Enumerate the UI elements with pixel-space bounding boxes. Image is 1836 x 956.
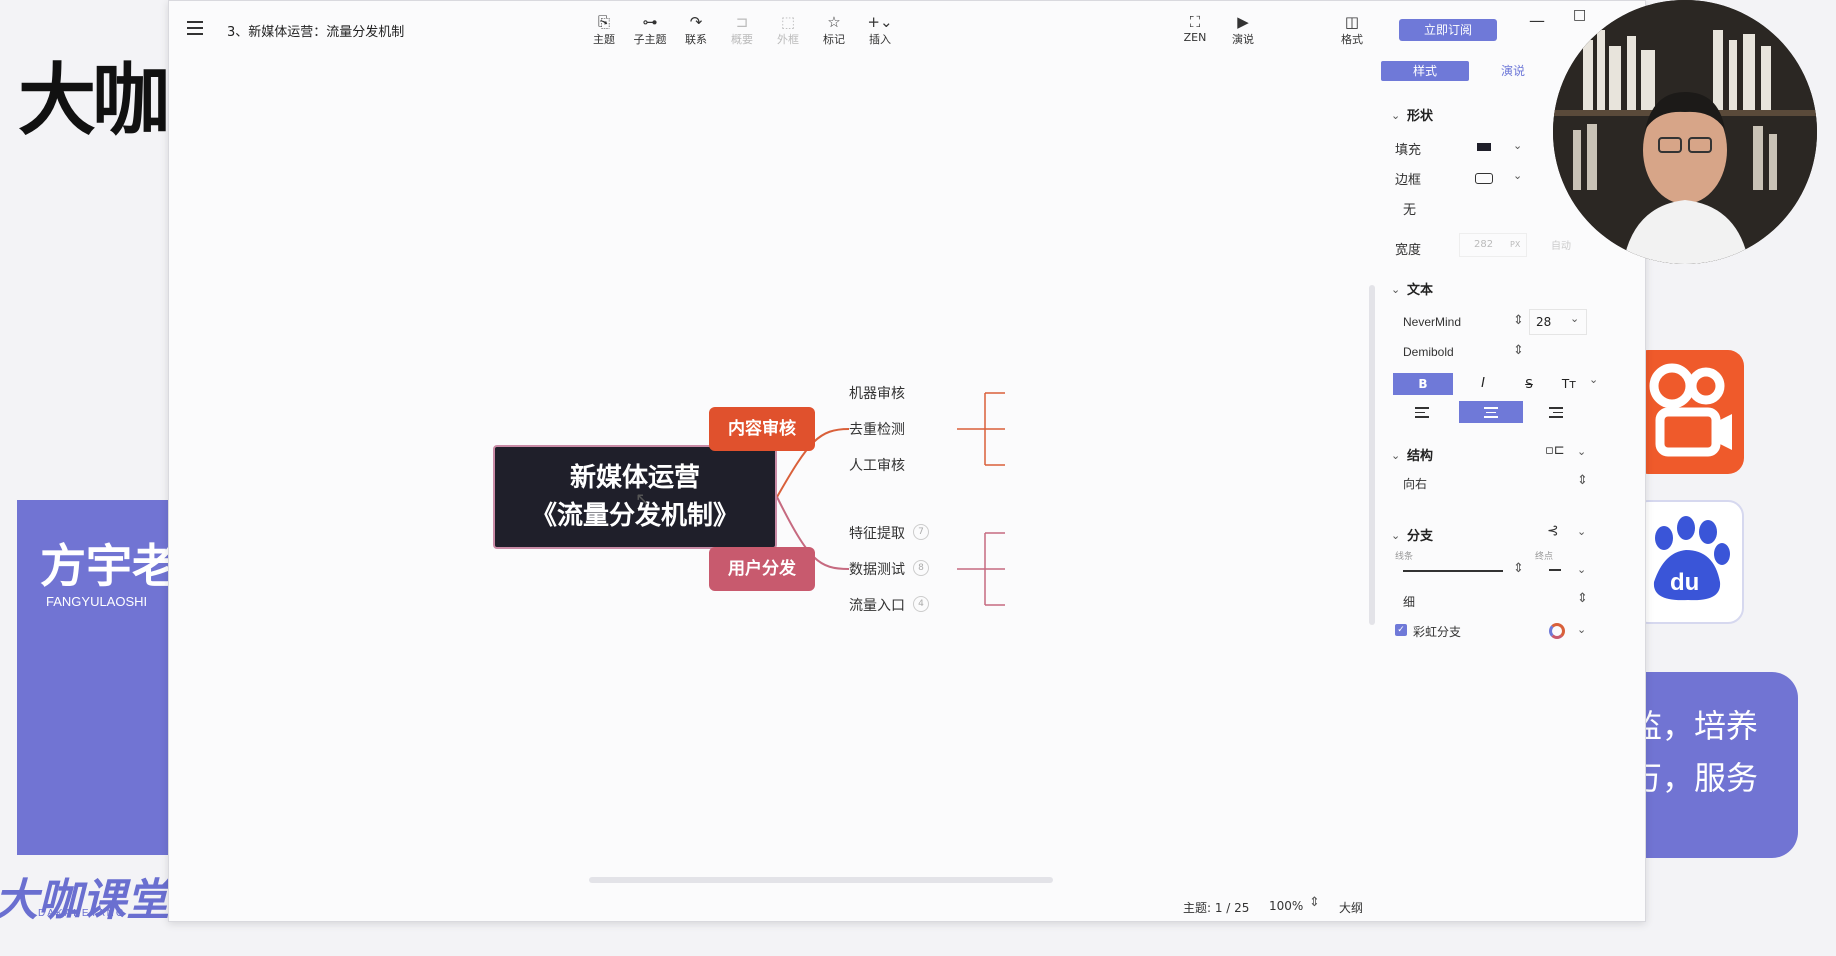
border-value[interactable]: 无 xyxy=(1403,199,1416,218)
format-label: 格式 xyxy=(1341,33,1363,46)
text-collapse-icon[interactable]: ⌄ xyxy=(1391,283,1400,296)
present-button[interactable]: ▶ 演说 xyxy=(1220,13,1266,47)
shape-collapse-icon[interactable]: ⌄ xyxy=(1391,109,1400,122)
width-value: 282 xyxy=(1474,239,1494,250)
teacher-name: 方宇老 xyxy=(40,539,178,593)
width-auto-button[interactable]: 自动 xyxy=(1551,237,1571,252)
fill-color-swatch[interactable] xyxy=(1477,143,1491,151)
line-thickness-select[interactable]: 细 xyxy=(1403,593,1415,610)
kuaishou-logo xyxy=(1632,350,1744,474)
collapse-badge[interactable]: 8 xyxy=(913,560,929,576)
rainbow-branch-label: 彩虹分支 xyxy=(1413,625,1462,639)
line-style-select[interactable] xyxy=(1403,570,1503,572)
collapse-badge[interactable]: 7 xyxy=(913,524,929,540)
rainbow-dropdown-icon[interactable]: ⌄ xyxy=(1577,623,1586,636)
font-weight-select[interactable]: Demibold xyxy=(1403,345,1454,359)
leaf-traffic-entry[interactable]: 流量入口 xyxy=(849,595,905,615)
subscribe-button[interactable]: 立即订阅 xyxy=(1399,19,1497,41)
strikethrough-button[interactable]: S xyxy=(1509,373,1549,395)
zen-button[interactable]: ⛶ ZEN xyxy=(1172,13,1218,44)
branch-node-content-review[interactable]: 内容审核 xyxy=(709,407,815,451)
course-logo-text: 大咖 xyxy=(18,56,170,146)
tab-style[interactable]: 样式 xyxy=(1381,61,1469,81)
maximize-icon[interactable]: □ xyxy=(1573,7,1586,23)
branch-style-icon[interactable]: ⊰ xyxy=(1547,523,1559,539)
vertical-scrollbar[interactable] xyxy=(1369,285,1375,625)
text-case-dropdown-icon[interactable]: ⌄ xyxy=(1589,373,1598,386)
width-input[interactable]: 282 PX xyxy=(1459,233,1527,257)
baidu-logo: du xyxy=(1632,500,1744,624)
text-case-button[interactable]: Tт xyxy=(1553,373,1585,395)
structure-heading: 结构 xyxy=(1407,449,1434,464)
bold-button[interactable]: B xyxy=(1393,373,1453,395)
line-end-select[interactable] xyxy=(1549,569,1561,571)
present-icon: ▶ xyxy=(1237,13,1249,31)
border-label: 边框 xyxy=(1395,173,1422,188)
align-center-icon xyxy=(1484,407,1498,418)
teacher-pinyin: FANGYULAOSHI xyxy=(46,594,148,609)
format-panel-button[interactable]: ◫ 格式 xyxy=(1329,13,1375,47)
fill-dropdown-icon[interactable]: ⌄ xyxy=(1513,139,1522,152)
zen-label: ZEN xyxy=(1183,31,1207,44)
mouse-cursor-icon: ↖ xyxy=(635,489,651,510)
font-size-value: 28 xyxy=(1536,315,1552,329)
line-end-dropdown-icon[interactable]: ⌄ xyxy=(1577,563,1586,576)
font-size-select[interactable]: 28 ⌄ xyxy=(1529,309,1587,335)
font-weight-stepper-icon[interactable]: ⇕ xyxy=(1513,343,1524,358)
rainbow-color-icon[interactable] xyxy=(1549,623,1565,639)
font-family-stepper-icon[interactable]: ⇕ xyxy=(1513,313,1524,328)
align-left-icon[interactable] xyxy=(1415,407,1429,418)
align-right-icon[interactable] xyxy=(1549,407,1563,418)
promo-line-1: 监，培养 xyxy=(1630,707,1759,745)
font-family-select[interactable]: NeverMind xyxy=(1403,315,1461,329)
format-icon: ◫ xyxy=(1344,13,1360,31)
zoom-stepper-icon[interactable]: ⇕ xyxy=(1309,895,1320,910)
leaf-manual-review[interactable]: 人工审核 xyxy=(849,455,905,475)
structure-logic-icon[interactable]: ▫⊏ xyxy=(1545,443,1565,458)
structure-collapse-icon[interactable]: ⌄ xyxy=(1391,449,1400,462)
fill-label: 填充 xyxy=(1395,143,1422,158)
promo-text: 监，培养 万，服务 xyxy=(1630,700,1758,804)
border-shape-icon[interactable] xyxy=(1475,173,1493,184)
text-heading: 文本 xyxy=(1407,283,1434,298)
minimize-icon[interactable]: — xyxy=(1529,11,1545,30)
rainbow-branch-checkbox[interactable]: ✓ xyxy=(1395,624,1407,636)
structure-stepper-icon[interactable]: ⇕ xyxy=(1577,473,1588,488)
align-center-button[interactable] xyxy=(1459,401,1523,423)
width-unit: PX xyxy=(1510,240,1521,249)
branch-style-dropdown-icon[interactable]: ⌄ xyxy=(1577,525,1586,538)
width-label: 宽度 xyxy=(1395,243,1422,258)
leaf-data-test[interactable]: 数据测试 xyxy=(849,559,905,579)
horizontal-scrollbar[interactable] xyxy=(589,877,1053,883)
line-style-stepper-icon[interactable]: ⇕ xyxy=(1513,561,1524,576)
thickness-stepper-icon[interactable]: ⇕ xyxy=(1577,591,1588,606)
line-label: 线条 xyxy=(1395,552,1414,562)
structure-direction-select[interactable]: 向右 xyxy=(1403,475,1427,492)
structure-dropdown-icon[interactable]: ⌄ xyxy=(1577,445,1586,458)
leaf-feature-extraction[interactable]: 特征提取 xyxy=(849,523,905,543)
leaf-dedup-check[interactable]: 去重检测 xyxy=(849,419,905,439)
leaf-machine-review[interactable]: 机器审核 xyxy=(849,383,905,403)
brand-sub-text: DAKAKETANG xyxy=(38,908,126,919)
topic-count: 主题: 1 / 25 xyxy=(1183,901,1250,915)
outline-button[interactable]: 大纲 xyxy=(1339,899,1363,916)
branch-connectors xyxy=(776,392,1005,606)
presenter-webcam xyxy=(1553,0,1817,264)
border-dropdown-icon[interactable]: ⌄ xyxy=(1513,169,1522,182)
italic-button[interactable]: I xyxy=(1463,373,1503,395)
font-size-dropdown-icon: ⌄ xyxy=(1570,312,1580,325)
branch-collapse-icon[interactable]: ⌄ xyxy=(1391,529,1400,542)
end-label: 终点 xyxy=(1535,552,1554,562)
mindmap-app-window: 3、新媒体运营：流量分发机制 ⎘ 主题 ⊶ 子主题 ↷ 联系 ⊐ 概要 ⬚ 外框 ☆ 标记 +⌄ 插入 ⛶… xyxy=(168,0,1646,922)
promo-line-2: 万，服务 xyxy=(1630,759,1759,797)
zoom-level[interactable]: 100% xyxy=(1269,899,1303,913)
collapse-badge[interactable]: 4 xyxy=(913,596,929,612)
present-label: 演说 xyxy=(1232,33,1254,46)
zen-icon: ⛶ xyxy=(1189,13,1201,31)
svg-text:du: du xyxy=(1670,569,1699,596)
branch-node-user-distribution[interactable]: 用户分发 xyxy=(709,547,815,591)
tab-present[interactable]: 演说 xyxy=(1469,61,1557,81)
shape-heading: 形状 xyxy=(1407,109,1434,124)
branch-heading: 分支 xyxy=(1407,529,1434,544)
